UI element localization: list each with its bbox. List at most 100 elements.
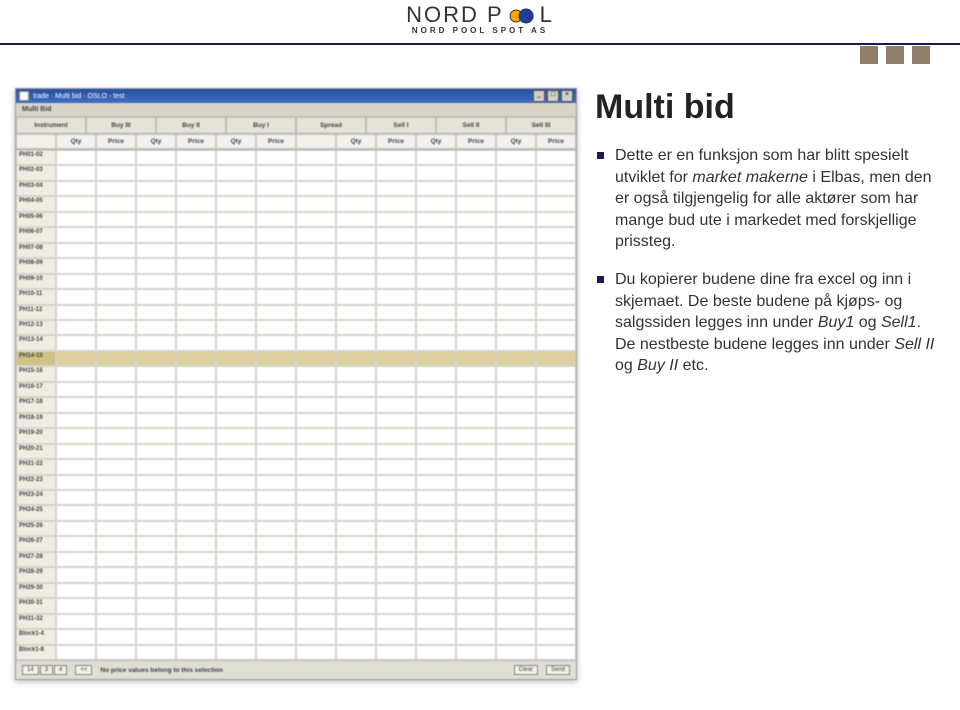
grid-cell[interactable] — [336, 521, 376, 536]
grid-cell[interactable] — [376, 212, 416, 227]
grid-cell[interactable] — [256, 475, 296, 490]
grid-cell[interactable] — [416, 567, 456, 582]
grid-cell[interactable] — [536, 366, 576, 381]
grid-cell[interactable] — [336, 629, 376, 644]
grid-cell[interactable] — [416, 552, 456, 567]
grid-cell[interactable] — [216, 320, 256, 335]
footer-btn[interactable]: 4 — [54, 665, 67, 675]
footer-btn[interactable]: 14 — [22, 665, 39, 675]
grid-cell[interactable] — [496, 274, 536, 289]
grid-cell[interactable] — [296, 320, 336, 335]
grid-cell[interactable] — [416, 397, 456, 412]
grid-cell[interactable] — [336, 552, 376, 567]
grid-cell[interactable] — [296, 598, 336, 613]
grid-cell[interactable] — [176, 351, 216, 366]
grid-cell[interactable] — [536, 320, 576, 335]
table-row[interactable]: PH04-05 — [16, 196, 576, 211]
grid-cell[interactable] — [56, 243, 96, 258]
table-row[interactable]: PH22-23 — [16, 475, 576, 490]
grid-cell[interactable] — [496, 366, 536, 381]
grid-cell[interactable] — [296, 212, 336, 227]
grid-cell[interactable] — [336, 459, 376, 474]
table-row[interactable]: PH08-09 — [16, 258, 576, 273]
grid-cell[interactable] — [376, 274, 416, 289]
grid-cell[interactable] — [136, 320, 176, 335]
grid-cell[interactable] — [56, 552, 96, 567]
grid-cell[interactable] — [416, 335, 456, 350]
grid-cell[interactable] — [336, 274, 376, 289]
grid-cell[interactable] — [256, 165, 296, 180]
grid-cell[interactable] — [216, 614, 256, 629]
table-row[interactable]: PH30-31 — [16, 598, 576, 613]
grid-cell[interactable] — [376, 366, 416, 381]
grid-cell[interactable] — [296, 567, 336, 582]
grid-cell[interactable] — [216, 165, 256, 180]
grid-cell[interactable] — [256, 351, 296, 366]
table-row[interactable]: PH13-14 — [16, 335, 576, 350]
grid-cell[interactable] — [416, 305, 456, 320]
grid-cell[interactable] — [376, 444, 416, 459]
grid-cell[interactable] — [416, 227, 456, 242]
table-row[interactable]: PH01-02 — [16, 150, 576, 165]
grid-cell[interactable] — [536, 614, 576, 629]
table-row[interactable]: PH23-24 — [16, 490, 576, 505]
grid-cell[interactable] — [456, 490, 496, 505]
grid-cell[interactable] — [96, 629, 136, 644]
table-row[interactable]: PH10-11 — [16, 289, 576, 304]
grid-cell[interactable] — [376, 181, 416, 196]
grid-cell[interactable] — [256, 181, 296, 196]
grid-cell[interactable] — [136, 583, 176, 598]
grid-cell[interactable] — [376, 243, 416, 258]
grid-cell[interactable] — [56, 165, 96, 180]
grid-cell[interactable] — [256, 567, 296, 582]
grid-cell[interactable] — [136, 521, 176, 536]
grid-cell[interactable] — [416, 258, 456, 273]
grid-cell[interactable] — [296, 181, 336, 196]
grid-cell[interactable] — [376, 196, 416, 211]
grid-cell[interactable] — [536, 583, 576, 598]
grid-cell[interactable] — [296, 305, 336, 320]
minimize-button[interactable]: _ — [533, 90, 545, 102]
grid-cell[interactable] — [416, 505, 456, 520]
grid-cell[interactable] — [376, 583, 416, 598]
grid-cell[interactable] — [536, 150, 576, 165]
footer-btn[interactable]: 3 — [40, 665, 53, 675]
grid-cell[interactable] — [216, 335, 256, 350]
grid-cell[interactable] — [416, 428, 456, 443]
grid-cell[interactable] — [56, 289, 96, 304]
grid-cell[interactable] — [336, 583, 376, 598]
table-row[interactable]: PH03-04 — [16, 181, 576, 196]
grid-cell[interactable] — [536, 598, 576, 613]
grid-cell[interactable] — [256, 320, 296, 335]
grid-cell[interactable] — [456, 505, 496, 520]
grid-cell[interactable] — [176, 428, 216, 443]
grid-cell[interactable] — [496, 212, 536, 227]
grid-cell[interactable] — [56, 382, 96, 397]
grid-cell[interactable] — [96, 536, 136, 551]
grid-cell[interactable] — [136, 598, 176, 613]
grid-cell[interactable] — [296, 258, 336, 273]
grid-cell[interactable] — [216, 598, 256, 613]
grid-cell[interactable] — [496, 382, 536, 397]
grid-cell[interactable] — [376, 614, 416, 629]
grid-cell[interactable] — [536, 536, 576, 551]
grid-cell[interactable] — [56, 196, 96, 211]
grid-cell[interactable] — [296, 505, 336, 520]
grid-cell[interactable] — [176, 536, 216, 551]
grid-cell[interactable] — [96, 274, 136, 289]
grid-cell[interactable] — [536, 645, 576, 660]
grid-cell[interactable] — [176, 320, 216, 335]
grid-cell[interactable] — [456, 181, 496, 196]
grid-cell[interactable] — [96, 305, 136, 320]
grid-cell[interactable] — [376, 536, 416, 551]
grid-cell[interactable] — [416, 598, 456, 613]
grid-cell[interactable] — [56, 459, 96, 474]
grid-cell[interactable] — [256, 536, 296, 551]
grid-cell[interactable] — [216, 459, 256, 474]
grid-cell[interactable] — [536, 181, 576, 196]
grid-cell[interactable] — [56, 150, 96, 165]
grid-cell[interactable] — [456, 320, 496, 335]
grid-cell[interactable] — [176, 382, 216, 397]
grid-cell[interactable] — [56, 505, 96, 520]
grid-cell[interactable] — [296, 335, 336, 350]
